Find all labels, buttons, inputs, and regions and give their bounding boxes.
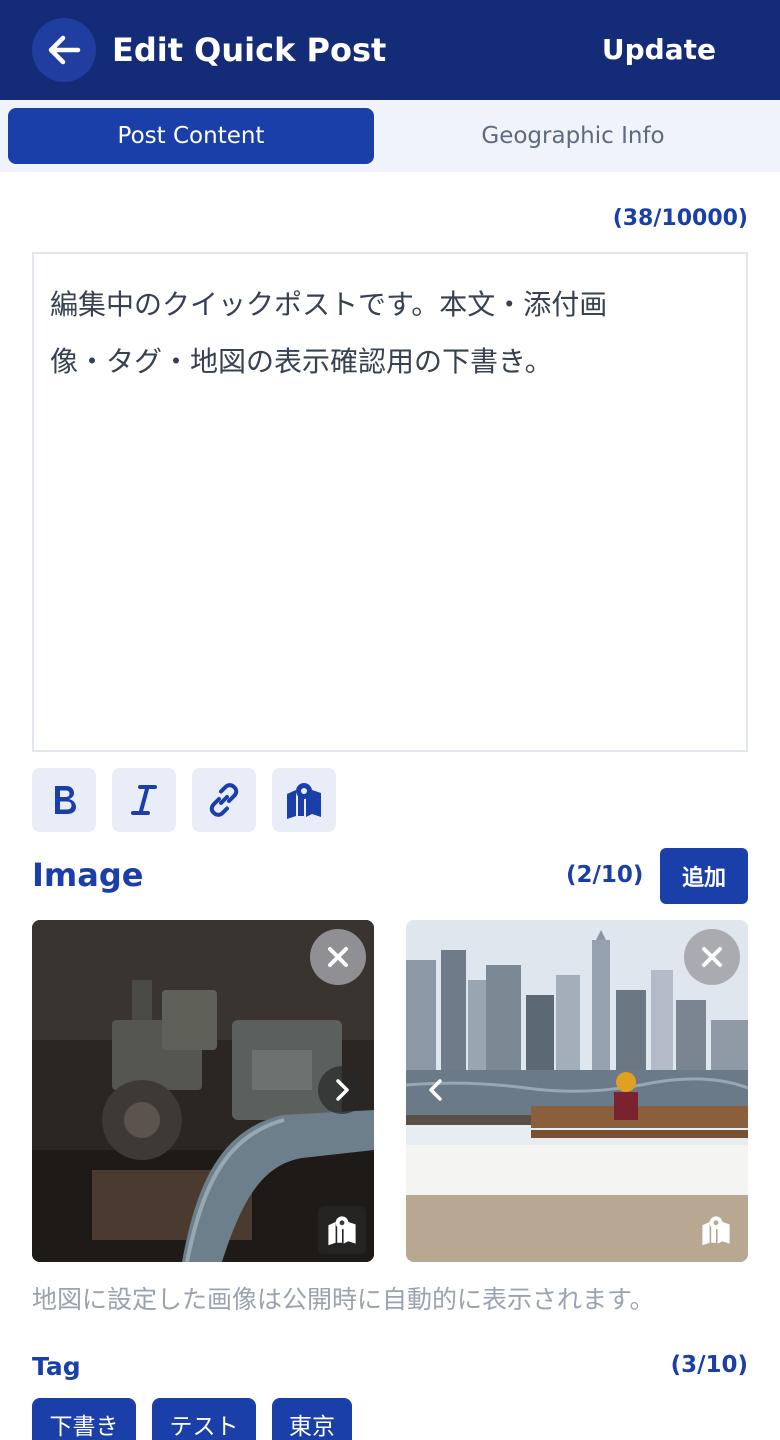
close-icon: [328, 947, 348, 967]
image-thumbnail-1[interactable]: [32, 920, 374, 1262]
bold-button[interactable]: [32, 768, 96, 832]
previous-image-button[interactable]: [412, 1066, 460, 1114]
map-insert-button[interactable]: [272, 768, 336, 832]
image-thumbnail-2[interactable]: [406, 920, 748, 1262]
close-icon: [702, 947, 722, 967]
chevron-left-icon: [429, 1079, 442, 1101]
tab-bar: Post Content Geographic Info: [0, 100, 780, 172]
image-1-map-badge[interactable]: [318, 1206, 366, 1254]
remove-image-1-button[interactable]: [310, 929, 366, 985]
update-button[interactable]: Update: [602, 30, 716, 70]
link-icon: [209, 783, 239, 817]
italic-icon: [131, 785, 157, 815]
map-icon: [328, 1216, 356, 1246]
italic-button[interactable]: [112, 768, 176, 832]
tag-chip-draft[interactable]: 下書き: [32, 1398, 136, 1440]
map-image-note: 地図に設定した画像は公開時に自動的に表示されます。: [32, 1285, 655, 1314]
tag-chip-test[interactable]: テスト: [152, 1398, 256, 1440]
page-title: Edit Quick Post: [112, 31, 387, 69]
post-body-textarea[interactable]: 編集中のクイックポストです。本文・添付画 像・タグ・地図の表示確認用の下書き。: [32, 252, 748, 752]
arrow-left-icon: [48, 35, 81, 65]
chevron-right-icon: [336, 1079, 349, 1101]
link-button[interactable]: [192, 768, 256, 832]
tab-geographic-info[interactable]: Geographic Info: [390, 108, 756, 164]
map-icon: [702, 1216, 730, 1246]
image-2-map-badge[interactable]: [692, 1206, 740, 1254]
image-section-title: Image: [32, 856, 144, 894]
next-image-button[interactable]: [318, 1066, 366, 1114]
post-body-line-1: 編集中のクイックポストです。本文・添付画: [50, 288, 608, 321]
post-body-line-2: 像・タグ・地図の表示確認用の下書き。: [50, 345, 553, 378]
tag-chip-tokyo[interactable]: 東京: [272, 1398, 352, 1440]
tag-counter: (3/10): [670, 1352, 748, 1378]
remove-image-2-button[interactable]: [684, 929, 740, 985]
back-button[interactable]: [32, 18, 96, 82]
bold-icon: [55, 786, 76, 814]
char-counter: (38/10000): [612, 206, 748, 231]
tag-section-title: Tag: [32, 1352, 81, 1381]
top-app-bar: Edit Quick Post Update: [0, 0, 780, 100]
add-image-button[interactable]: 追加: [660, 848, 748, 904]
image-counter: (2/10): [566, 862, 644, 888]
map-icon: [287, 783, 321, 819]
tab-post-content[interactable]: Post Content: [8, 108, 374, 164]
